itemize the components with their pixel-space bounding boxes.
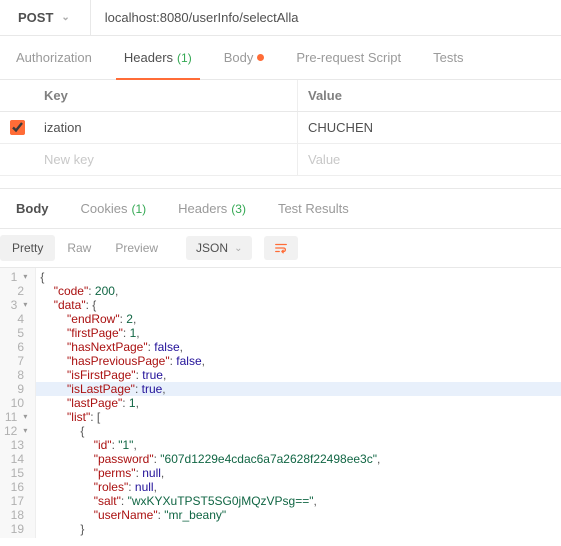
chevron-down-icon: ⌄: [61, 12, 69, 23]
resp-tab-cookies[interactable]: Cookies (1): [65, 189, 163, 228]
wrap-lines-icon[interactable]: [264, 236, 298, 260]
response-body[interactable]: 1▾ 2 3▾ 4 5 6 7 8 9 10 11▾ 12▾ 13 14 15 …: [0, 268, 561, 538]
tab-body[interactable]: Body: [208, 36, 281, 79]
tab-prerequest[interactable]: Pre-request Script: [280, 36, 417, 79]
kv-row-new: New key Value: [0, 144, 561, 176]
fmt-pretty[interactable]: Pretty: [0, 235, 55, 261]
headers-count: (1): [177, 51, 192, 65]
line-gutter: 1▾ 2 3▾ 4 5 6 7 8 9 10 11▾ 12▾ 13 14 15 …: [0, 268, 36, 538]
kv-key-header: Key: [34, 80, 298, 111]
fmt-raw[interactable]: Raw: [55, 235, 103, 261]
resp-tab-testresults[interactable]: Test Results: [262, 189, 365, 228]
kv-value-cell[interactable]: CHUCHEN: [298, 112, 561, 143]
kv-row: ization CHUCHEN: [0, 112, 561, 144]
resp-tab-body[interactable]: Body: [0, 189, 65, 228]
tab-tests[interactable]: Tests: [417, 36, 479, 79]
method-label: POST: [18, 10, 53, 25]
fmt-type-select[interactable]: JSON ⌄: [186, 236, 252, 260]
resp-tab-headers[interactable]: Headers (3): [162, 189, 262, 228]
kv-value-placeholder[interactable]: Value: [298, 144, 561, 175]
url-input[interactable]: [91, 0, 561, 35]
kv-value-header: Value: [298, 80, 561, 111]
kv-row-checkbox[interactable]: [10, 120, 25, 135]
body-modified-dot: [257, 54, 264, 61]
tab-authorization[interactable]: Authorization: [0, 36, 108, 79]
tab-headers[interactable]: Headers (1): [108, 36, 208, 79]
http-method-select[interactable]: POST ⌄: [0, 0, 91, 35]
chevron-down-icon: ⌄: [234, 243, 242, 254]
kv-key-placeholder[interactable]: New key: [34, 144, 298, 175]
fmt-preview[interactable]: Preview: [103, 235, 170, 261]
code-content: { "code": 200, "data": { "endRow": 2, "f…: [36, 268, 561, 538]
kv-key-cell[interactable]: ization: [34, 112, 298, 143]
